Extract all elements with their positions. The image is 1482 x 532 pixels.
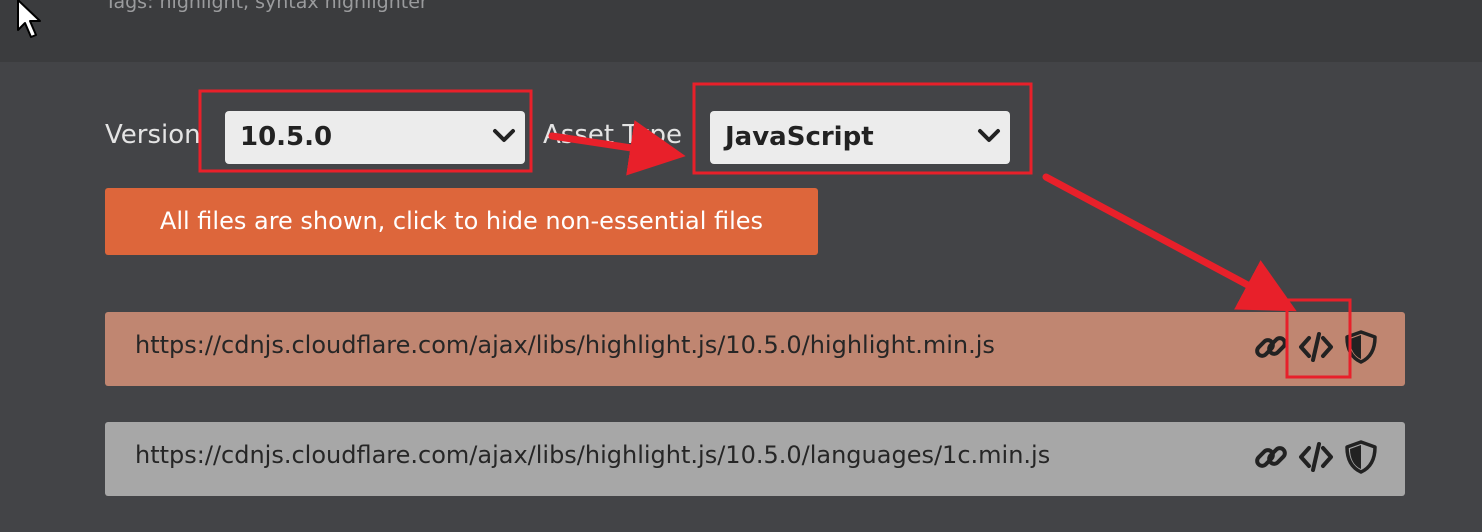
shield-icon[interactable] xyxy=(1343,329,1379,365)
link-icon[interactable] xyxy=(1253,439,1289,475)
version-label: Version xyxy=(105,120,201,150)
file-url: https://cdnjs.cloudflare.com/ajax/libs/h… xyxy=(135,331,995,359)
chevron-down-icon xyxy=(978,129,1000,142)
toggle-essential-files-button[interactable]: All files are shown, click to hide non-e… xyxy=(105,188,818,255)
link-icon[interactable] xyxy=(1253,329,1289,365)
file-row: https://cdnjs.cloudflare.com/ajax/libs/h… xyxy=(105,312,1405,386)
asset-type-select[interactable]: JavaScript xyxy=(710,111,1010,164)
version-select[interactable]: 10.5.0 xyxy=(225,111,525,164)
mouse-cursor-icon xyxy=(17,0,41,38)
shield-icon[interactable] xyxy=(1343,439,1379,475)
asset-type-label: Asset Type xyxy=(543,120,683,150)
file-row: https://cdnjs.cloudflare.com/ajax/libs/h… xyxy=(105,422,1405,496)
annotation-arrow-to-code-icon xyxy=(1042,173,1297,312)
asset-type-select-value: JavaScript xyxy=(725,122,874,152)
code-icon[interactable] xyxy=(1298,329,1334,365)
code-icon[interactable] xyxy=(1298,439,1334,475)
library-header-strip: Tags: highlight, syntax highlighter xyxy=(0,0,1482,62)
file-url: https://cdnjs.cloudflare.com/ajax/libs/h… xyxy=(135,441,1051,469)
library-tags: Tags: highlight, syntax highlighter xyxy=(105,0,428,13)
chevron-down-icon xyxy=(493,129,515,142)
version-select-value: 10.5.0 xyxy=(240,122,333,152)
